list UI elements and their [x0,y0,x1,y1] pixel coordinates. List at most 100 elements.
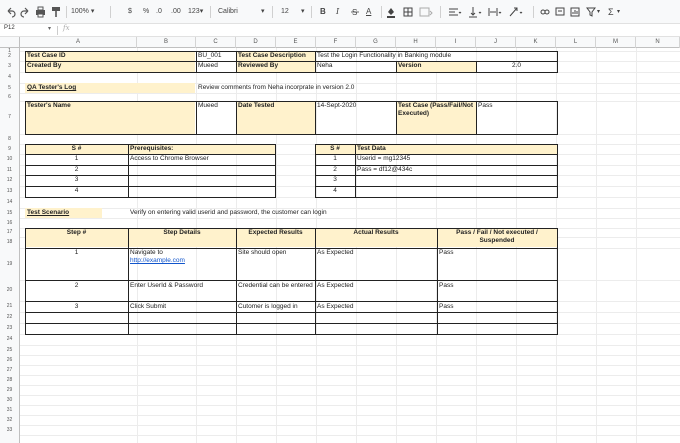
step-2-num[interactable]: 2 [25,281,128,301]
step-1-num[interactable]: 1 [25,248,128,280]
decrease-decimal-button[interactable]: .0 [156,5,162,19]
prereq-num[interactable]: 1 [25,154,128,164]
percent-format-button[interactable]: % [143,5,149,19]
prereq-num[interactable]: 3 [25,175,128,185]
step-1-details[interactable]: Navigate to http://example.com [128,248,236,280]
step-3-actual[interactable]: As Expected [315,302,437,312]
row-header-6[interactable]: 6 [0,94,19,100]
merge-cells-icon[interactable] [419,5,433,19]
text-color-button[interactable]: A [366,5,371,19]
sheet-grid[interactable]: Test Case ID BU_001 Test Case Descriptio… [20,48,680,443]
row-header-19[interactable]: 19 [0,261,19,267]
prereq-text[interactable]: Access to Chrome Browser [128,154,275,164]
column-header-d[interactable]: D [236,37,276,48]
row-header-11[interactable]: 11 [0,167,19,173]
reviewed-by-value[interactable]: Neha [315,61,396,72]
row-header-3[interactable]: 3 [0,63,19,69]
font-size-select[interactable]: 12 [281,5,289,19]
column-header-n[interactable]: N [636,37,680,48]
testdata-text[interactable]: Userid = mg12345 [355,154,557,164]
row-header-8[interactable]: 8 [0,136,19,142]
row-header-7[interactable]: 7 [0,114,19,120]
functions-chevron-icon[interactable]: ▾ [617,5,620,19]
row-header-14[interactable]: 14 [0,199,19,205]
strikethrough-icon[interactable]: S [351,5,359,19]
zoom-select[interactable]: 100% ▾ [71,5,94,19]
step-2-status[interactable]: Pass [437,281,557,301]
text-wrap-icon[interactable] [488,5,502,19]
font-size-chevron-icon[interactable]: ▾ [301,5,305,19]
column-header-m[interactable]: M [596,37,636,48]
step-3-details[interactable]: Click Submit [128,302,236,312]
bold-button[interactable]: B [320,5,326,19]
test-case-id-value[interactable]: BU_001 [196,51,236,61]
row-header-4[interactable]: 4 [0,74,19,80]
filter-icon[interactable] [586,5,596,19]
row-header-2[interactable]: 2 [0,53,19,59]
step-1-link[interactable]: http://example.com [130,257,185,264]
step-1-status[interactable]: Pass [437,248,557,280]
row-header-31[interactable]: 31 [0,407,19,413]
testdata-text[interactable] [355,175,557,185]
tester-name-value[interactable]: Mueed [196,101,236,134]
row-header-16[interactable]: 16 [0,220,19,226]
column-header-f[interactable]: F [316,37,356,48]
prereq-text[interactable] [128,186,275,196]
step-3-num[interactable]: 3 [25,302,128,312]
prereq-text[interactable] [128,175,275,185]
testdata-num[interactable]: 4 [315,186,355,196]
test-scenario-text[interactable]: Verify on entering valid userid and pass… [128,208,558,218]
row-header-13[interactable]: 13 [0,188,19,194]
testdata-text[interactable]: Pass = df12@434c [355,165,557,175]
insert-chart-icon[interactable] [570,5,580,19]
prereq-num[interactable]: 4 [25,186,128,196]
testdata-num[interactable]: 1 [315,154,355,164]
row-header-20[interactable]: 20 [0,287,19,293]
row-header-10[interactable]: 10 [0,156,19,162]
row-header-29[interactable]: 29 [0,387,19,393]
redo-icon[interactable] [20,5,30,19]
row-header-18[interactable]: 18 [0,239,19,245]
created-by-value[interactable]: Mueed [196,61,236,72]
align-left-icon[interactable] [448,5,462,19]
row-header-33[interactable]: 33 [0,427,19,433]
testdata-num[interactable]: 2 [315,165,355,175]
row-header-15[interactable]: 15 [0,210,19,216]
filter-chevron-icon[interactable]: ▾ [597,5,600,19]
row-header-25[interactable]: 25 [0,347,19,353]
step-2-actual[interactable]: As Expected [315,281,437,301]
test-case-result-value[interactable]: Pass [476,101,557,134]
row-header-23[interactable]: 23 [0,325,19,331]
step-3-expected[interactable]: Cutomer is logged in [236,302,315,312]
text-rotation-icon[interactable] [508,5,524,19]
row-header-9[interactable]: 9 [0,146,19,152]
paint-format-icon[interactable] [51,5,61,19]
row-header-26[interactable]: 26 [0,357,19,363]
step-3-status[interactable]: Pass [437,302,557,312]
undo-icon[interactable] [6,5,16,19]
testdata-text[interactable] [355,186,557,196]
testdata-num[interactable]: 3 [315,175,355,185]
step-1-expected[interactable]: Site should open [236,248,315,280]
qa-log-note[interactable]: Review comments from Neha incorprate in … [196,83,476,93]
version-value[interactable]: 2.0 [476,61,557,72]
column-header-h[interactable]: H [396,37,436,48]
insert-comment-icon[interactable] [555,5,565,19]
currency-format-button[interactable]: $ [128,5,132,19]
insert-link-icon[interactable] [540,5,550,19]
date-tested-value[interactable]: 14-Sept-2020 [315,101,396,134]
description-value[interactable]: Test the Login Functionality in Banking … [315,51,557,61]
row-header-32[interactable]: 32 [0,417,19,423]
row-header-5[interactable]: 5 [0,85,19,91]
name-box-chevron-icon[interactable]: ▾ [48,25,51,32]
functions-icon[interactable]: Σ [608,5,614,19]
column-header-k[interactable]: K [516,37,556,48]
select-all-corner[interactable] [0,37,20,48]
column-header-j[interactable]: J [476,37,516,48]
step-1-actual[interactable]: As Expected [315,248,437,280]
row-header-22[interactable]: 22 [0,314,19,320]
column-header-c[interactable]: C [196,37,236,48]
font-select[interactable]: Calibri [218,5,238,19]
prereq-num[interactable]: 2 [25,165,128,175]
step-2-details[interactable]: Enter UserId & Password [128,281,236,301]
